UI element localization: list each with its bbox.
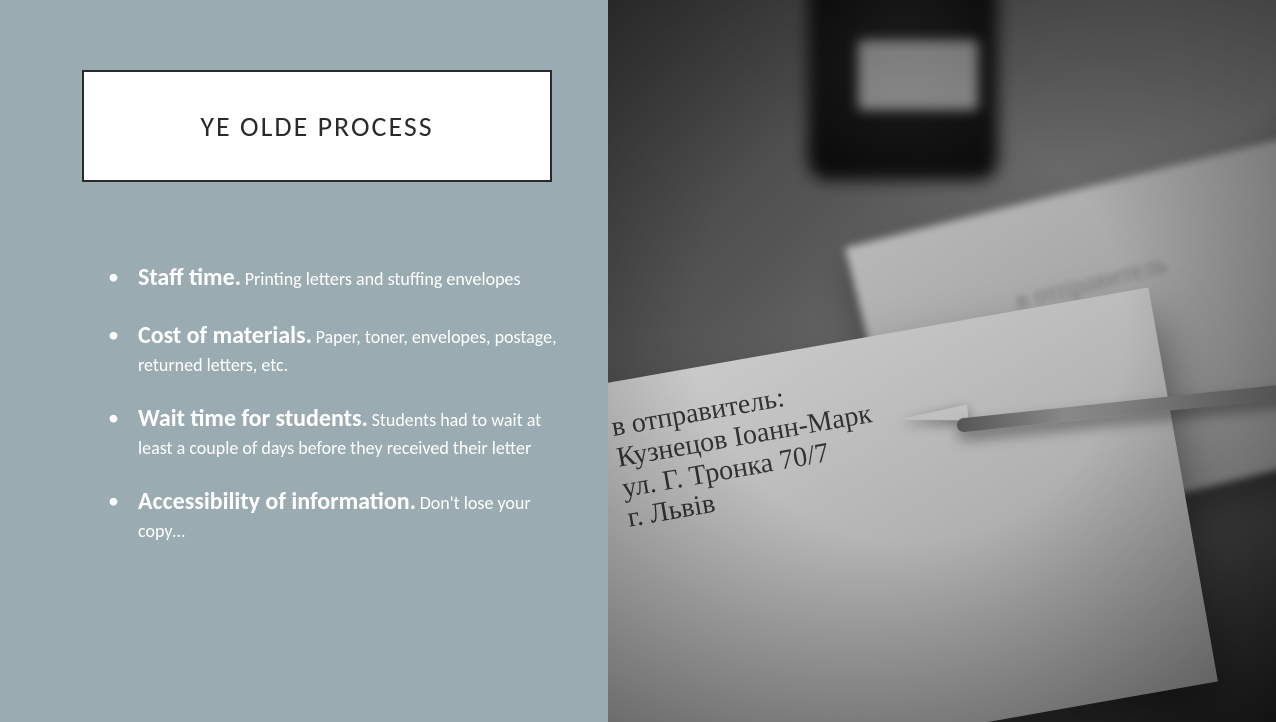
slide: YE OLDE PROCESS Staff time. Printing let…: [0, 0, 1276, 722]
bullet-body: Printing letters and stuffing envelopes: [245, 268, 521, 290]
ink-bottle-label: [858, 40, 978, 110]
bullet-heading: Cost of materials.: [138, 321, 312, 350]
bullet-item: Cost of materials. Paper, toner, envelop…: [100, 320, 560, 377]
bullet-item: Accessibility of information. Don't lose…: [100, 486, 560, 543]
left-panel: YE OLDE PROCESS Staff time. Printing let…: [0, 0, 608, 722]
bullet-heading: Wait time for students.: [138, 404, 368, 433]
bullet-item: Wait time for students. Students had to …: [100, 403, 560, 460]
right-panel-image: в отправитель Кузнецов в отправитель: Ку…: [608, 0, 1276, 722]
bullet-heading: Staff time.: [138, 263, 241, 292]
bullet-heading: Accessibility of information.: [138, 487, 416, 516]
slide-title: YE OLDE PROCESS: [200, 109, 433, 144]
bullet-list: Staff time. Printing letters and stuffin…: [100, 262, 560, 569]
bullet-item: Staff time. Printing letters and stuffin…: [100, 262, 560, 294]
title-box: YE OLDE PROCESS: [82, 70, 552, 182]
